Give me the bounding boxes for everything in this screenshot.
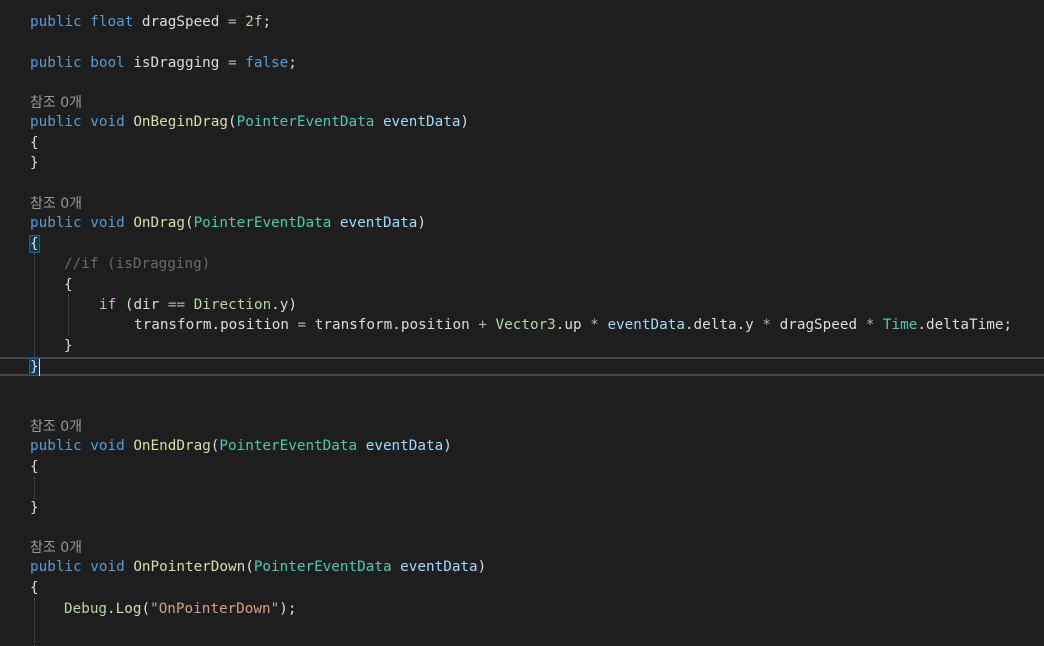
operator: == [167,297,186,313]
method-name: Log [115,601,142,617]
enum-member: y [279,297,289,313]
member: deltaTime [925,317,1004,333]
number-literal: 2f [245,14,263,30]
method-name: OnPointerDown [133,559,246,575]
code-line-open-brace[interactable]: { [30,457,39,477]
comment: //if (isDragging) [64,256,211,272]
operator: = [297,317,307,333]
code-editor[interactable]: public float dragSpeed = 2f; public bool… [0,0,1044,646]
param-name: eventData [400,559,478,575]
code-line-debug-log[interactable]: Debug.Log("OnPointerDown"); [64,599,296,619]
param-name: eventData [339,215,418,231]
current-line-highlight [0,357,1044,376]
code-line-close-brace[interactable]: } [30,498,39,518]
punctuation: ; [288,55,297,71]
member: delta.y [693,317,754,333]
method-name: OnDrag [133,215,185,231]
keyword: void [90,559,125,575]
code-line-on-pointer-down[interactable]: public void OnPointerDown(PointerEventDa… [30,557,486,577]
code-line-close-brace-current[interactable]: } [29,357,40,377]
code-line-open-brace[interactable]: { [29,234,40,254]
code-line-open-brace[interactable]: { [30,578,39,598]
operator: = [228,55,237,71]
code-line-if[interactable]: if (dir == Direction.y) [99,295,297,315]
code-line-is-dragging[interactable]: public bool isDragging = false; [30,53,297,73]
code-line-assignment[interactable]: transform.position = transform.position … [134,315,1012,335]
codelens-references[interactable]: 참조 0개 [30,417,82,437]
keyword: void [90,438,125,454]
param-name: eventData [607,317,685,333]
keyword: public [30,559,82,575]
code-line-on-drag[interactable]: public void OnDrag(PointerEventData even… [30,213,426,233]
codelens-references[interactable]: 참조 0개 [30,538,82,558]
type-name: Vector3 [495,317,556,333]
code-line-close-brace[interactable]: } [30,153,39,173]
operator: = [228,14,237,30]
type-name: Debug [64,601,108,617]
punctuation: ; [262,14,272,30]
operator: * [590,317,599,333]
expression: transform.position [134,317,289,333]
operator: * [865,317,875,333]
keyword: float [90,14,134,30]
enum-name: Direction [193,297,272,313]
type-name: PointerEventData [253,559,392,575]
matched-brace: { [29,235,40,253]
method-name: OnEndDrag [133,438,211,454]
keyword: public [30,14,82,30]
codelens-references[interactable]: 참조 0개 [30,93,82,113]
string-literal: "OnPointerDown" [150,601,280,617]
type-name: PointerEventData [236,114,375,130]
matched-brace: } [29,358,40,376]
method-name: OnBeginDrag [133,114,228,130]
indent-guide [68,294,69,336]
indent-guide [34,477,35,499]
type-name: Time [882,317,918,333]
keyword: if [99,297,117,313]
keyword: public [30,55,82,71]
type-name: PointerEventData [193,215,332,231]
codelens-references[interactable]: 참조 0개 [30,194,82,214]
keyword: void [90,114,125,130]
expression: transform.position [314,317,470,333]
param-name: eventData [382,114,461,130]
code-line-close-brace[interactable]: } [64,336,73,356]
keyword: public [30,215,82,231]
text-cursor [39,359,40,376]
field-name: dragSpeed [779,317,858,333]
operator: * [762,317,772,333]
member: up [564,317,582,333]
keyword: bool [90,55,125,71]
keyword: public [30,438,82,454]
param-name: eventData [365,438,444,454]
code-line-on-end-drag[interactable]: public void OnEndDrag(PointerEventData e… [30,436,452,456]
code-line-drag-speed[interactable]: public float dragSpeed = 2f; [30,12,271,32]
keyword: void [90,215,125,231]
code-line-on-begin-drag[interactable]: public void OnBeginDrag(PointerEventData… [30,112,469,132]
keyword: public [30,114,82,130]
field-name: dragSpeed [141,14,220,30]
field-name: isDragging [133,55,220,71]
indent-guide [34,598,35,646]
bool-literal: false [245,55,289,71]
operator: + [478,317,487,333]
variable: dir [133,297,160,313]
type-name: PointerEventData [219,438,358,454]
code-line-comment[interactable]: //if (isDragging) [64,254,210,274]
code-line-open-brace[interactable]: { [30,133,39,153]
code-line-open-brace[interactable]: { [64,275,73,295]
indent-guide [34,253,35,357]
